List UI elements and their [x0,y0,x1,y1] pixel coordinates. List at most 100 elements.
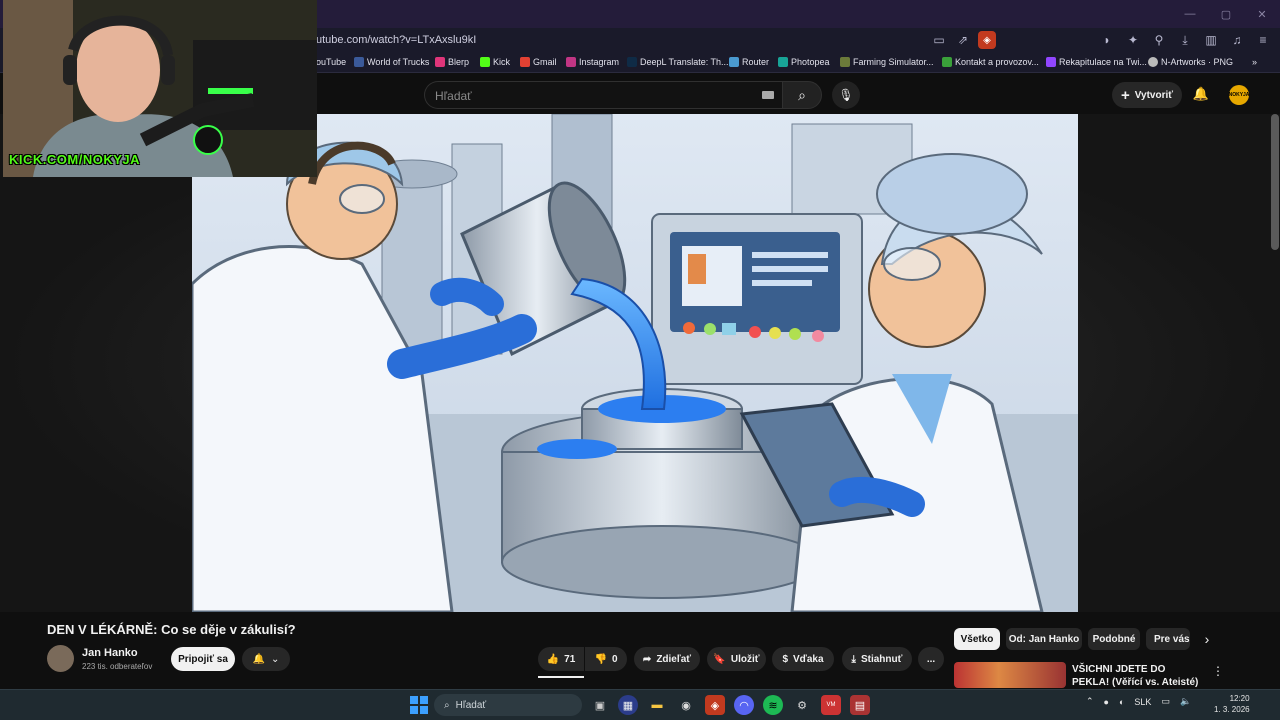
bookmark-gmail[interactable]: Gmail [520,57,557,67]
vpn-icon[interactable]: ⚲ [1150,31,1168,49]
bookmark-icon: 🔖 [713,653,726,665]
brave-browser-icon[interactable]: ◈ [705,695,725,715]
more-actions-button[interactable]: ... [918,647,944,671]
download-icon[interactable]: ⤓ [1176,31,1194,49]
bookmark-deepl[interactable]: DeepL Translate: Th... [627,57,729,67]
chip-from-channel[interactable]: Od: Jan Hanko [1006,628,1082,650]
farming-simulator-icon [840,57,850,67]
taskbar-search[interactable]: ⌕ Hľadať [434,694,582,716]
brave-shield-icon[interactable]: ◈ [978,31,996,49]
discord-icon[interactable]: ◠ [734,695,754,715]
tray-app-icon[interactable]: ◐ [1119,697,1124,707]
webcam-overlay: KICK.COM/NOKYJA [3,0,317,177]
kontakt-icon [942,57,952,67]
minimize-icon[interactable]: — [1172,0,1208,28]
router-icon [729,57,739,67]
video-player[interactable] [192,114,1078,612]
maximize-icon[interactable]: ▢ [1208,0,1244,28]
recommended-thumbnail[interactable] [954,662,1066,688]
notification-settings-button[interactable]: 🔔 ⌄ [242,647,290,671]
screen-icon[interactable]: ▭ [930,31,948,49]
app-red-icon[interactable]: ▤ [850,695,870,715]
search-box[interactable]: Hľadať [424,81,784,109]
chrome-icon[interactable]: ◉ [676,695,696,715]
voice-search-button[interactable]: 🎙 [832,81,860,109]
thanks-button[interactable]: $ Vďaka [772,647,834,671]
bookmarks-overflow[interactable]: » [1252,57,1257,67]
windows-taskbar: ⌕ Hľadať ▣ ▦ ▬ ◉ ◈ ◠ ≋ ⚙ VM ▤ ⌃ ● ◐ SLK ▭… [0,689,1280,720]
bookmark-kick[interactable]: Kick [480,57,510,67]
channel-name[interactable]: Jan Hanko [82,647,138,659]
deepl-icon [627,57,637,67]
instagram-icon [566,57,576,67]
thanks-icon: $ [782,653,788,665]
file-explorer-icon[interactable]: ▬ [647,695,667,715]
subscriber-count: 223 tis. odberateľov [82,662,153,671]
chip-similar[interactable]: Podobné [1088,628,1140,650]
url-text[interactable]: utube.com/watch?v=LTxAxslu9kI [316,34,476,46]
gmail-icon [520,57,530,67]
bookmark-router[interactable]: Router [729,57,769,67]
search-input[interactable]: Hľadať [435,89,472,103]
clock[interactable]: 12:20 1. 3. 2026 [1214,693,1250,715]
search-icon: ⌕ [444,699,450,711]
keyboard-icon[interactable] [762,91,774,99]
chip-for-you[interactable]: Pre vás [1146,628,1190,650]
download-button[interactable]: ⤓ Stiahnuť [842,647,912,671]
close-icon[interactable]: ✕ [1244,0,1280,28]
share-arrow-icon: ➦ [642,653,652,665]
app-icon[interactable]: ▦ [618,695,638,715]
spotify-icon[interactable]: ≋ [763,695,783,715]
bookmark-youtube[interactable]: ouTube [316,57,346,67]
tray-app-icon[interactable]: ● [1104,697,1109,707]
extensions-icon[interactable]: ✦ [1124,31,1142,49]
join-button[interactable]: Pripojiť sa [171,647,235,671]
bookmark-n-artworks[interactable]: N-Artworks · PNG [1148,57,1233,67]
steam-icon[interactable]: ⚙ [792,695,812,715]
bookmark-instagram[interactable]: Instagram [566,57,619,67]
voicemeeter-icon[interactable]: VM [821,695,841,715]
page-scrollbar[interactable] [1271,114,1279,250]
volume-icon[interactable]: 🔈 [1180,696,1191,707]
share-icon[interactable]: ⇗ [954,31,972,49]
kick-channel-overlay: KICK.COM/NOKYJA [9,152,141,167]
menu-icon[interactable]: ≡ [1254,31,1272,49]
trash-icon[interactable]: ▥ [1202,31,1220,49]
bookmark-photopea[interactable]: Photopea [778,57,830,67]
windows-start-icon[interactable] [410,696,428,714]
bookmark-farming-simulator[interactable]: Farming Simulator... [840,57,934,67]
create-button[interactable]: + Vytvoriť [1112,82,1182,108]
blerp-icon [435,57,445,67]
notifications-button[interactable]: 🔔 [1190,83,1212,105]
dislike-button[interactable]: 👎 0 [585,647,627,671]
extension-icons: ◗ ✦ ⚲ ⤓ ▥ ♫ ≡ [1098,31,1272,49]
bookmark-blerp[interactable]: Blerp [435,57,469,67]
save-button[interactable]: 🔖 Uložiť [707,647,766,671]
chevron-up-icon[interactable]: ⌃ [1086,696,1094,707]
network-icon[interactable]: ▭ [1161,696,1170,707]
kick-icon [480,57,490,67]
recommended-title[interactable]: VŠICHNI JDETE DO PEKLA! (Věřící vs. Atei… [1072,663,1202,689]
user-avatar[interactable]: NOKYJA [1229,85,1249,105]
system-tray: ⌃ ● ◐ SLK ▭ 🔈 [1086,696,1191,707]
url-action-icons: ▭ ⇗ ◈ [930,31,996,49]
task-view-icon[interactable]: ▣ [590,695,610,715]
channel-avatar[interactable] [47,645,74,672]
chip-all[interactable]: Všetko [954,628,1000,650]
search-button[interactable]: ⌕ [782,81,822,109]
recommended-menu-icon[interactable]: ⋮ [1212,664,1224,678]
share-button[interactable]: ➦ Zdieľať [634,647,700,671]
like-button[interactable]: 👍 71 [538,647,584,671]
bookmark-world-of-trucks[interactable]: World of Trucks [354,57,429,67]
chevron-right-icon[interactable]: › [1196,628,1218,650]
bookmark-kontakt[interactable]: Kontakt a provozov... [942,57,1039,67]
window-controls: — ▢ ✕ [1172,0,1280,28]
wallet-icon[interactable]: ◗ [1098,31,1116,49]
bell-icon: 🔔 [1192,86,1210,101]
bookmark-rekapitulace[interactable]: Rekapitulace na Twi... [1046,57,1147,67]
bell-icon: 🔔 [252,653,266,665]
music-icon[interactable]: ♫ [1228,31,1246,49]
microphone-icon: 🎙 [838,88,854,102]
language-indicator[interactable]: SLK [1134,697,1151,707]
plus-icon: + [1120,86,1130,104]
